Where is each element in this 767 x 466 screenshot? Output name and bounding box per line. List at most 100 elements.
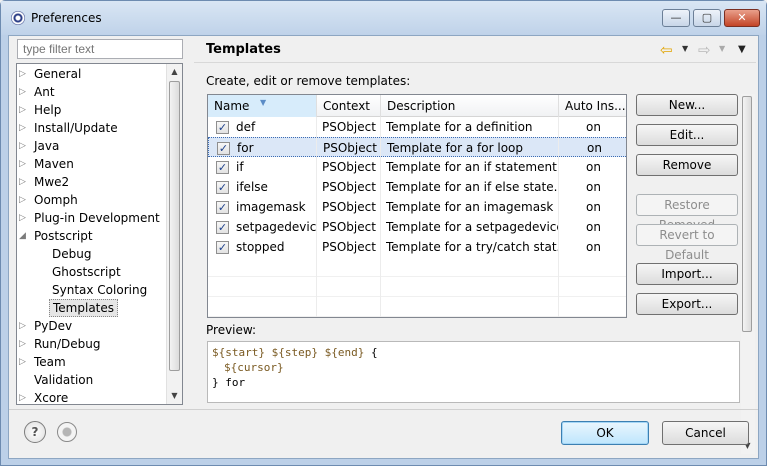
remove-button[interactable]: Remove	[636, 154, 738, 176]
tree-item[interactable]: ▷ Mwe2	[17, 173, 167, 191]
ok-button[interactable]: OK	[561, 421, 649, 445]
tree-item[interactable]: ▷ General	[17, 65, 167, 83]
tree-item[interactable]: ▷ Maven	[17, 155, 167, 173]
table-row[interactable]: ✓ ifelse PSObject Template for an if else s…	[208, 177, 626, 197]
back-arrow-icon[interactable]: ⇦	[660, 41, 673, 59]
restore-removed-button[interactable]: Restore Removed	[636, 194, 738, 232]
dialog-client: ▷ General ▷ Ant ▷ Help ▷ Install/Update ▷ Java ▷ Ma…	[8, 35, 759, 459]
tree-item[interactable]: ▷ PyDev	[17, 317, 167, 335]
preview-line: ${cursor}	[224, 361, 284, 374]
tree-item-label: Validation	[34, 373, 94, 387]
filter-input[interactable]	[17, 39, 183, 59]
record-icon[interactable]	[57, 422, 77, 442]
collapsed-arrow-icon[interactable]: ▷	[19, 137, 29, 155]
collapsed-arrow-icon[interactable]: ▷	[19, 173, 29, 191]
tree-item-label: Run/Debug	[34, 337, 101, 351]
table-header: ▼ Name Context Description Auto Ins...	[208, 95, 626, 117]
tree-item[interactable]: ▷ Install/Update	[17, 119, 167, 137]
scroll-up-icon[interactable]: ▲	[167, 64, 182, 80]
cancel-button[interactable]: Cancel	[662, 421, 749, 445]
expanded-arrow-icon[interactable]: ◢	[19, 227, 29, 245]
tree-item[interactable]: Syntax Coloring	[17, 281, 167, 299]
sort-indicator-icon: ▼	[260, 98, 267, 107]
cell-context: PSObject	[322, 120, 376, 134]
page-scroll-thumb[interactable]	[742, 96, 752, 332]
tree-item[interactable]: Ghostscript	[17, 263, 167, 281]
cell-name: for	[237, 141, 254, 155]
empty-row-line	[208, 276, 626, 277]
table-row[interactable]: ✓ def PSObject Template for a definition on	[208, 117, 626, 137]
revert-to-default-button[interactable]: Revert to Default	[636, 224, 738, 262]
column-name[interactable]: ▼ Name	[208, 95, 317, 117]
checkbox[interactable]: ✓	[216, 201, 229, 214]
page-scrollbar[interactable]: ▼	[741, 94, 755, 454]
cell-context: PSObject	[322, 160, 376, 174]
table-row[interactable]: ✓ for PSObject Template for a for loop on	[208, 137, 626, 157]
preview-line: ${start} ${step} ${end} {	[212, 346, 378, 359]
table-row[interactable]: ✓ if PSObject Template for an if statement o…	[208, 157, 626, 177]
tree-item[interactable]: Debug	[17, 245, 167, 263]
tree-item[interactable]: ▷ Help	[17, 101, 167, 119]
cell-description: Template for a try/catch stat...	[386, 240, 558, 254]
tree-item[interactable]: Validation	[17, 371, 167, 389]
minimize-button[interactable]: —	[662, 9, 690, 27]
column-auto-insert[interactable]: Auto Ins...	[559, 95, 626, 117]
edit-button[interactable]: Edit...	[636, 124, 738, 146]
title-bar[interactable]: Preferences — ▢ ✕	[1, 1, 766, 35]
checkbox[interactable]: ✓	[216, 221, 229, 234]
forward-dropdown-icon[interactable]: ▼	[719, 44, 725, 53]
collapsed-arrow-icon[interactable]: ▷	[19, 119, 29, 137]
tree-item[interactable]: Templates	[17, 299, 167, 317]
column-description[interactable]: Description	[381, 95, 559, 117]
collapsed-arrow-icon[interactable]: ▷	[19, 83, 29, 101]
maximize-button[interactable]: ▢	[693, 9, 721, 27]
column-context[interactable]: Context	[317, 95, 381, 117]
collapsed-arrow-icon[interactable]: ▷	[19, 389, 29, 404]
collapsed-arrow-icon[interactable]: ▷	[19, 191, 29, 209]
tree-scrollbar[interactable]: ▲ ▼	[166, 64, 182, 404]
tree-item[interactable]: ▷ Team	[17, 353, 167, 371]
collapsed-arrow-icon[interactable]: ▷	[19, 155, 29, 173]
cell-description: Template for an if statement	[386, 160, 557, 174]
cell-name: setpagedevice	[236, 220, 316, 234]
table-row[interactable]: ✓ imagemask PSObject Template for an imagem…	[208, 197, 626, 217]
tree-item[interactable]: ◢ Postscript	[17, 227, 167, 245]
export-button[interactable]: Export...	[636, 293, 738, 315]
collapsed-arrow-icon[interactable]: ▷	[19, 335, 29, 353]
collapsed-arrow-icon[interactable]: ▷	[19, 65, 29, 83]
table-row[interactable]: ✓ stopped PSObject Template for a try/catch…	[208, 237, 626, 257]
checkbox[interactable]: ✓	[216, 121, 229, 134]
scroll-down-icon[interactable]: ▼	[167, 388, 182, 404]
tree-item[interactable]: ▷ Xcore	[17, 389, 167, 404]
collapsed-arrow-icon[interactable]: ▷	[19, 209, 29, 227]
preview-line: } for	[212, 376, 246, 389]
back-dropdown-icon[interactable]: ▼	[682, 44, 688, 53]
help-icon[interactable]: ?	[24, 421, 46, 443]
import-button[interactable]: Import...	[636, 263, 738, 285]
tree-item[interactable]: ▷ Oomph	[17, 191, 167, 209]
cell-description: Template for an imagemask ...	[386, 200, 558, 214]
tree-item[interactable]: ▷ Ant	[17, 83, 167, 101]
preview-area[interactable]: ${start} ${step} ${end} { ${cursor} } fo…	[207, 341, 740, 403]
tree-item[interactable]: ▷ Run/Debug	[17, 335, 167, 353]
collapsed-arrow-icon[interactable]: ▷	[19, 101, 29, 119]
new-button[interactable]: New...	[636, 94, 738, 116]
tree-item[interactable]: ▷ Plug-in Development	[17, 209, 167, 227]
tree-item-label: Ant	[34, 85, 55, 99]
cell-context: PSObject	[322, 180, 376, 194]
table-row[interactable]: ✓ setpagedevice PSObject Template for a set…	[208, 217, 626, 237]
checkbox[interactable]: ✓	[216, 241, 229, 254]
cell-context: PSObject	[322, 200, 376, 214]
checkbox[interactable]: ✓	[216, 161, 229, 174]
collapsed-arrow-icon[interactable]: ▷	[19, 317, 29, 335]
forward-arrow-icon[interactable]: ⇨	[698, 41, 711, 59]
checkbox[interactable]: ✓	[216, 181, 229, 194]
cell-description: Template for a definition	[386, 120, 533, 134]
scroll-thumb[interactable]	[169, 81, 180, 371]
tree-item[interactable]: ▷ Java	[17, 137, 167, 155]
collapsed-arrow-icon[interactable]: ▷	[19, 353, 29, 371]
close-button[interactable]: ✕	[724, 9, 760, 27]
checkbox[interactable]: ✓	[217, 142, 230, 155]
view-menu-icon[interactable]: ▼	[738, 44, 746, 55]
cell-auto-insert: on	[586, 160, 601, 174]
